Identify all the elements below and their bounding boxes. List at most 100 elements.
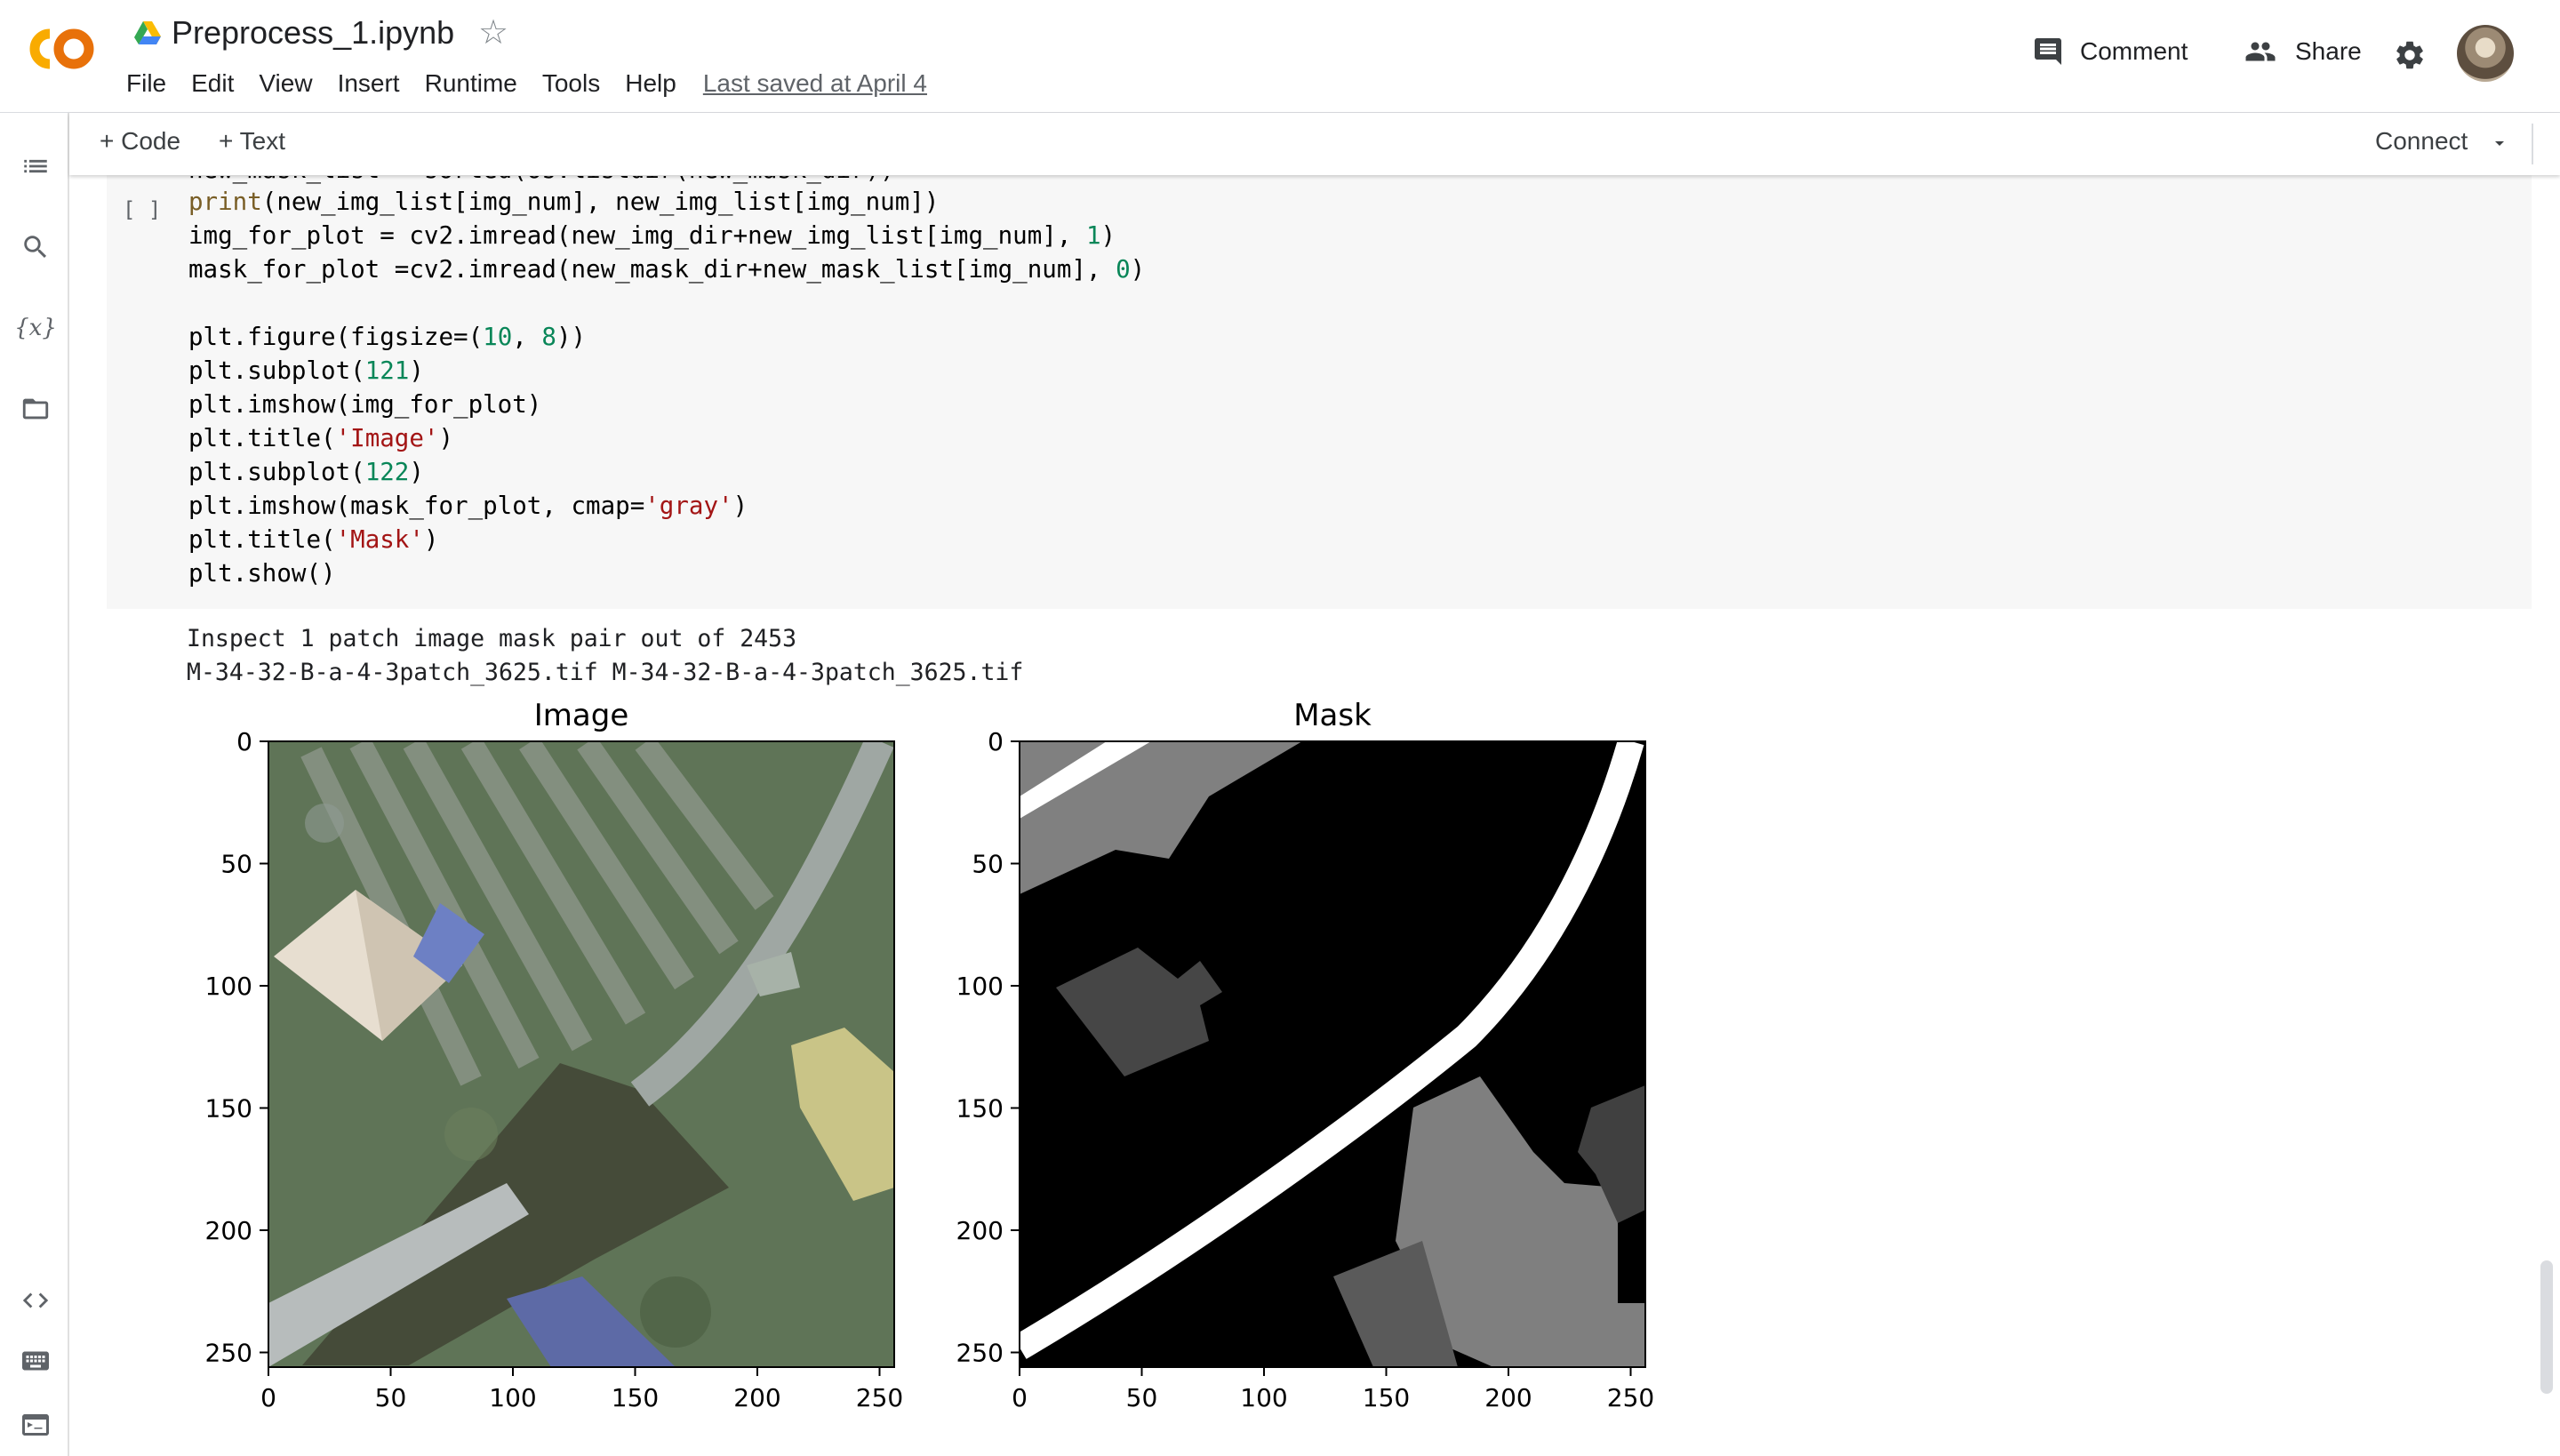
people-icon bbox=[2245, 42, 2276, 61]
variables-icon[interactable]: {x} bbox=[14, 310, 57, 346]
code-line: plt.subplot(122) bbox=[188, 455, 1145, 489]
y-tick-label: 150 bbox=[956, 1094, 1004, 1124]
x-tick-label: 150 bbox=[1363, 1383, 1410, 1412]
code-token: ) bbox=[423, 525, 439, 554]
x-tick-label: 200 bbox=[1484, 1383, 1532, 1412]
x-tick-label: 0 bbox=[1012, 1383, 1028, 1412]
x-tick-label: 100 bbox=[489, 1383, 536, 1412]
menu-edit[interactable]: Edit bbox=[191, 69, 234, 98]
y-tick-label: 150 bbox=[205, 1094, 252, 1124]
output-line: Inspect 1 patch image mask pair out of 2… bbox=[187, 625, 797, 652]
y-tick-label: 50 bbox=[220, 850, 252, 879]
menu-file[interactable]: File bbox=[126, 69, 166, 98]
left-sidebar: {x} bbox=[0, 113, 69, 1456]
y-tick-label: 0 bbox=[236, 727, 252, 756]
code-token: plt.imshow(mask_for_plot, cmap= bbox=[188, 492, 645, 520]
code-line: plt.show() bbox=[188, 556, 1145, 590]
add-text-cell-button[interactable]: + Text bbox=[219, 127, 285, 156]
code-token: ) bbox=[1130, 255, 1146, 284]
code-token: plt.title( bbox=[188, 424, 336, 452]
x-tick-label: 250 bbox=[856, 1383, 903, 1412]
settings-gear-icon[interactable] bbox=[2393, 38, 2427, 72]
code-snippets-icon[interactable] bbox=[18, 1283, 53, 1318]
code-line: plt.title('Mask') bbox=[188, 523, 1145, 556]
share-label: Share bbox=[2295, 37, 2362, 65]
user-avatar[interactable] bbox=[2457, 25, 2514, 82]
code-line: mask_for_plot =cv2.imread(new_mask_dir+n… bbox=[188, 252, 1145, 286]
x-tick-label: 100 bbox=[1240, 1383, 1287, 1412]
folder-icon[interactable] bbox=[18, 391, 53, 427]
star-icon[interactable]: ☆ bbox=[478, 16, 508, 50]
notebook-header: Preprocess_1.ipynb ☆ File Edit View Inse… bbox=[0, 0, 2560, 114]
y-tick-label: 0 bbox=[988, 727, 1004, 756]
terminal-icon[interactable] bbox=[18, 1407, 53, 1443]
menu-insert[interactable]: Insert bbox=[338, 69, 400, 98]
code-token: 'Mask' bbox=[335, 525, 424, 554]
code-token: , bbox=[512, 323, 542, 351]
code-token: plt.show() bbox=[188, 559, 336, 588]
y-tick-label: 250 bbox=[956, 1339, 1004, 1368]
last-saved-link[interactable]: Last saved at April 4 bbox=[703, 69, 927, 98]
code-editor[interactable]: print(new_img_list[img_num], new_img_lis… bbox=[188, 185, 1145, 590]
output-line: M-34-32-B-a-4-3patch_3625.tif M-34-32-B-… bbox=[187, 659, 1024, 686]
menu-bar: File Edit View Insert Runtime Tools Help… bbox=[126, 69, 927, 98]
mask-image bbox=[1020, 741, 1645, 1367]
comment-icon bbox=[2035, 38, 2061, 65]
code-line: img_for_plot = cv2.imread(new_img_dir+ne… bbox=[188, 219, 1145, 252]
y-tick-label: 100 bbox=[956, 972, 1004, 1001]
x-tick-label: 200 bbox=[733, 1383, 780, 1412]
colab-logo[interactable] bbox=[23, 23, 100, 75]
subplot-title: Mask bbox=[1293, 698, 1372, 733]
code-token: 8 bbox=[541, 323, 556, 351]
subplot-title: Image bbox=[534, 698, 628, 733]
code-token: ) bbox=[409, 458, 424, 486]
code-token: plt.imshow(img_for_plot) bbox=[188, 390, 542, 419]
command-palette-icon[interactable] bbox=[18, 1343, 53, 1379]
menu-tools[interactable]: Tools bbox=[542, 69, 600, 98]
x-tick-label: 150 bbox=[612, 1383, 659, 1412]
code-token: 0 bbox=[1116, 255, 1131, 284]
aerial-image bbox=[268, 741, 894, 1367]
x-tick-label: 250 bbox=[1607, 1383, 1654, 1412]
share-button[interactable]: Share bbox=[2242, 36, 2362, 68]
chevron-up-icon[interactable] bbox=[2555, 131, 2560, 157]
comment-button[interactable]: Comment bbox=[2032, 36, 2188, 68]
code-line: plt.subplot(121) bbox=[188, 354, 1145, 388]
code-line: plt.imshow(mask_for_plot, cmap='gray') bbox=[188, 489, 1145, 523]
code-line: plt.figure(figsize=(10, 8)) bbox=[188, 320, 1145, 354]
menu-runtime[interactable]: Runtime bbox=[425, 69, 517, 98]
x-tick-label: 50 bbox=[1126, 1383, 1158, 1412]
y-tick-label: 200 bbox=[956, 1216, 1004, 1245]
code-token: (new_img_list[img_num], new_img_list[img… bbox=[261, 188, 940, 216]
cell-output-text: Inspect 1 patch image mask pair out of 2… bbox=[187, 622, 1023, 690]
code-token: ) bbox=[409, 356, 424, 385]
x-tick-label: 0 bbox=[260, 1383, 276, 1412]
code-token: plt.title( bbox=[188, 525, 336, 554]
chevron-down-icon[interactable] bbox=[2489, 132, 2510, 154]
menu-view[interactable]: View bbox=[259, 69, 312, 98]
code-token: plt.subplot( bbox=[188, 458, 365, 486]
code-token: 1 bbox=[1085, 221, 1101, 250]
toolbar-divider bbox=[2532, 124, 2533, 164]
search-icon[interactable] bbox=[18, 229, 53, 265]
y-tick-label: 50 bbox=[972, 850, 1004, 879]
code-token: )) bbox=[556, 323, 587, 351]
cell-run-button[interactable]: [ ] bbox=[123, 197, 161, 222]
connect-button[interactable]: Connect bbox=[2375, 127, 2468, 156]
code-token: plt.figure(figsize=( bbox=[188, 323, 484, 351]
code-token: 'Image' bbox=[335, 424, 439, 452]
notebook-title[interactable]: Preprocess_1.ipynb bbox=[172, 14, 454, 52]
table-of-contents-icon[interactable] bbox=[18, 148, 53, 184]
add-code-cell-button[interactable]: + Code bbox=[100, 127, 180, 156]
menu-help[interactable]: Help bbox=[625, 69, 676, 98]
code-token: 121 bbox=[364, 356, 410, 385]
code-token: ) bbox=[732, 492, 748, 520]
code-token: print bbox=[188, 188, 262, 216]
vertical-scrollbar[interactable] bbox=[2540, 1260, 2553, 1394]
y-tick-label: 250 bbox=[205, 1339, 252, 1368]
code-token: img_for_plot = cv2.imread(new_img_dir+ne… bbox=[188, 221, 1086, 250]
code-token: 'gray' bbox=[644, 492, 733, 520]
comment-label: Comment bbox=[2080, 37, 2188, 65]
code-token: plt.subplot( bbox=[188, 356, 365, 385]
